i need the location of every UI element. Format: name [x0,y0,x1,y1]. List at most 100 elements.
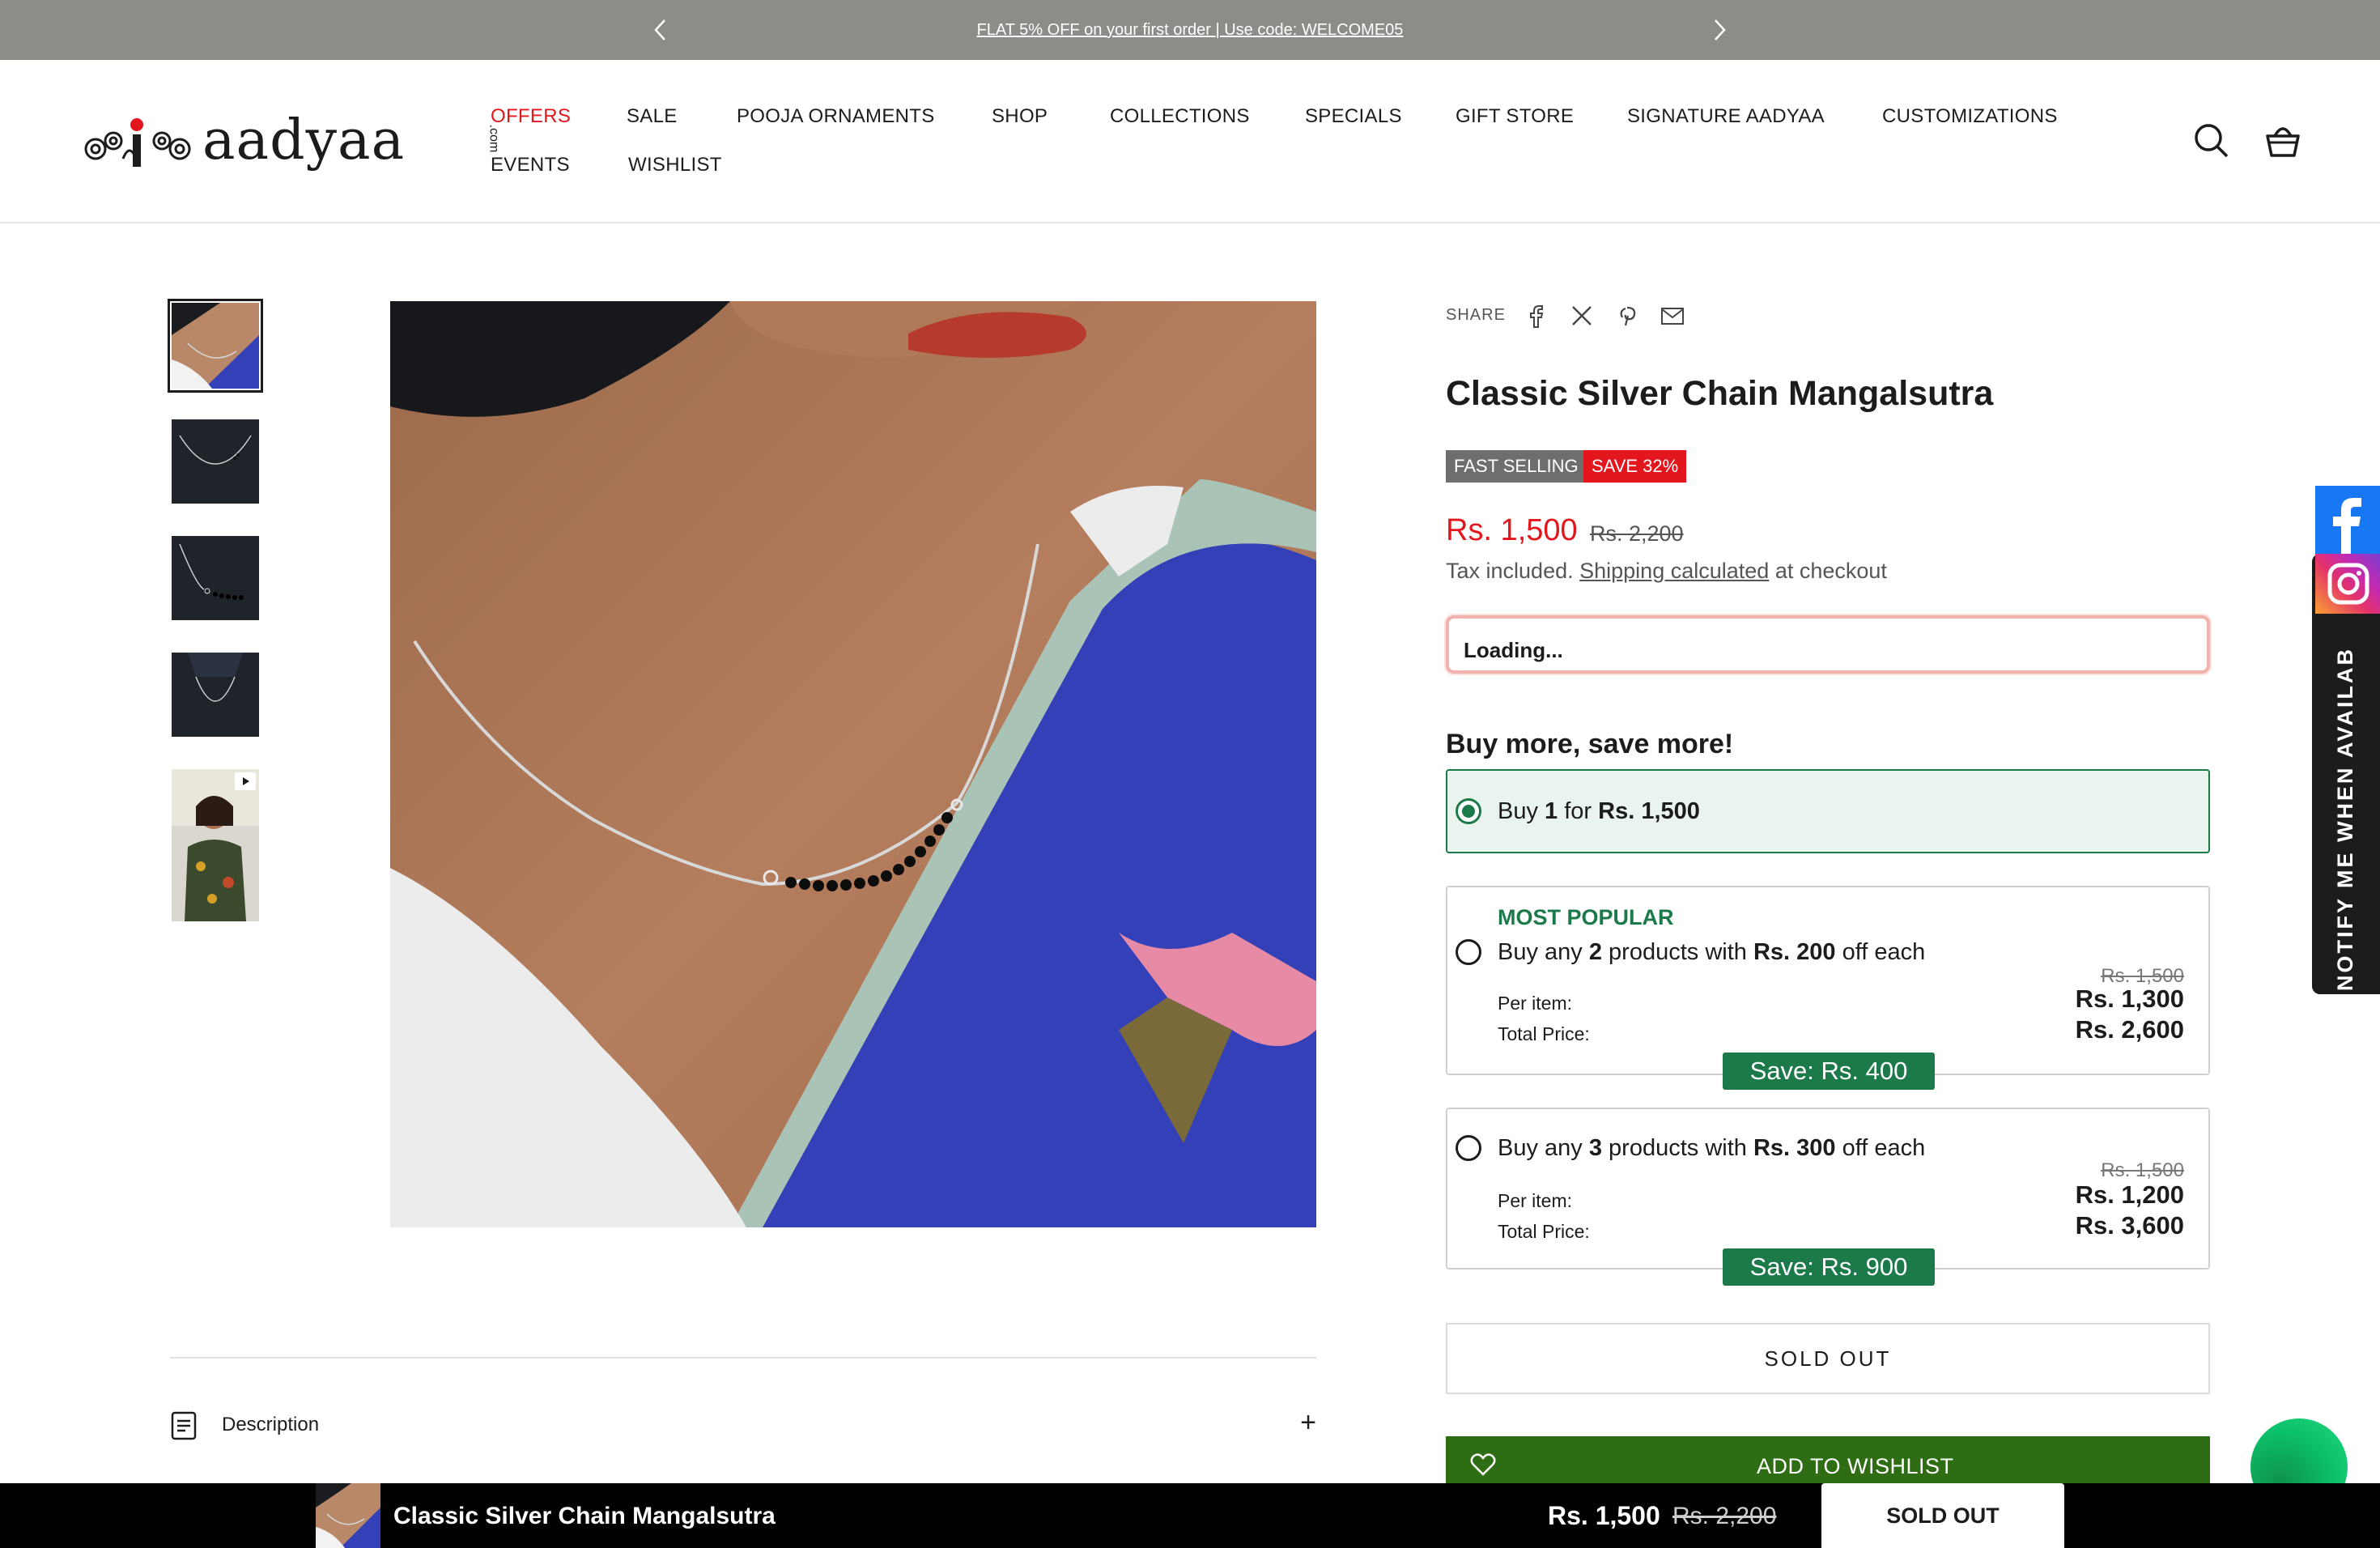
x-icon [1572,306,1592,325]
thumbnail-image [172,419,259,504]
thumbnail-4[interactable] [172,653,259,737]
product-photo [390,301,1316,1227]
total-price-label: Total Price: [1498,1023,1590,1044]
radio-unselected[interactable] [1456,1135,1481,1161]
share-label: SHARE [1446,306,1506,324]
bundle-option-1[interactable]: Buy 1 for Rs. 1,500 [1446,769,2210,853]
nav-collections[interactable]: COLLECTIONS [1110,105,1250,128]
original-item-price: Rs. 1,500 [2101,1159,2184,1181]
save-tag-3: Save: Rs. 900 [1723,1248,1935,1286]
nav-offers[interactable]: OFFERS [491,105,571,128]
share-email-button[interactable] [1660,303,1685,329]
video-play-icon [235,772,256,790]
thumbnail-image [316,1483,380,1548]
announcement-prev-button[interactable] [644,15,677,45]
chevron-left-icon [654,19,665,40]
sticky-sold-out-button[interactable]: SOLD OUT [1821,1483,2064,1548]
bundle-option-1-text: Buy 1 for Rs. 1,500 [1498,798,1700,824]
radio-unselected[interactable] [1456,939,1481,965]
tax-suffix: at checkout [1774,559,1887,583]
nav-sale[interactable]: SALE [627,105,678,128]
tax-prefix: Tax included. [1446,559,1574,583]
sold-out-button[interactable]: SOLD OUT [1446,1323,2210,1394]
nav-gift-store[interactable]: GIFT STORE [1456,105,1574,128]
thumbnail-image [172,769,259,921]
save-tag-2: Save: Rs. 400 [1723,1053,1935,1090]
save-percent-badge: SAVE 32% [1583,450,1687,483]
announcement-next-button[interactable] [1703,15,1736,45]
bundle-option-3-text: Buy any 3 products with Rs. 300 off each [1498,1135,1926,1161]
instagram-side-button[interactable] [2315,554,2380,614]
share-pinterest-button[interactable] [1614,303,1640,329]
nav-customizations[interactable]: CUSTOMIZATIONS [1882,105,2058,128]
logo-ornament-icon [84,118,191,167]
notify-me-tab[interactable]: NOTIFY ME WHEN AVAILAB [2312,554,2380,994]
thumbnail-2[interactable] [172,419,259,504]
per-item-label: Per item: [1498,993,1573,1014]
chevron-right-icon [1715,19,1726,40]
brand-name: aadyaa [202,108,406,172]
fast-selling-badge: FAST SELLING [1446,450,1587,483]
most-popular-label: MOST POPULAR [1498,905,1674,929]
bundle-option-2-text: Buy any 2 products with Rs. 200 off each [1498,939,1926,965]
sticky-compare-price: Rs. 2,200 [1672,1503,1777,1529]
site-header: aadyaa .com OFFERS SALE POOJA ORNAMENTS … [0,60,2380,223]
product-compare-price: Rs. 2,200 [1590,521,1684,546]
brand-suffix: .com [487,124,501,153]
email-icon [1661,308,1684,325]
thumbnail-image [172,536,259,620]
notify-label: NOTIFY ME WHEN AVAILAB [2333,647,2357,991]
bundle-heading: Buy more, save more! [1446,729,1734,759]
loading-text: Loading... [1464,638,1563,662]
wishlist-label: ADD TO WISHLIST [1757,1454,1954,1478]
announcement-message[interactable]: FLAT 5% OFF on your first order | Use co… [866,16,1514,44]
nav-shop[interactable]: SHOP [992,105,1048,128]
sticky-add-to-cart-bar: Classic Silver Chain Mangalsutra Rs. 1,5… [0,1483,2380,1548]
plus-icon: + [1300,1407,1316,1438]
total-price: Rs. 3,600 [2075,1211,2184,1240]
share-facebook-button[interactable] [1524,303,1549,329]
per-item-label: Per item: [1498,1190,1573,1211]
sticky-price: Rs. 1,500 [1548,1501,1660,1530]
per-item-price: Rs. 1,200 [2075,1180,2184,1209]
heart-icon [1470,1453,1496,1476]
bundle-option-3[interactable]: Buy any 3 products with Rs. 300 off each… [1446,1108,2210,1269]
nav-events[interactable]: EVENTS [491,154,570,176]
thumbnail-image [172,653,259,737]
site-logo[interactable]: aadyaa .com [81,107,500,180]
thumbnail-video[interactable] [172,769,259,921]
nav-specials[interactable]: SPECIALS [1305,105,1402,128]
pinterest-icon [1620,306,1636,326]
sticky-product-name: Classic Silver Chain Mangalsutra [393,1503,776,1529]
product-main-image[interactable] [390,301,1316,1227]
loading-widget: Loading... [1446,615,2210,674]
add-to-wishlist-button[interactable]: ADD TO WISHLIST [1446,1436,2210,1485]
description-label: Description [222,1414,320,1435]
radio-selected[interactable] [1456,798,1481,824]
announcement-bar: FLAT 5% OFF on your first order | Use co… [0,0,2380,60]
per-item-price: Rs. 1,300 [2075,985,2184,1013]
description-accordion[interactable]: Description + [170,1407,1316,1443]
total-price: Rs. 2,600 [2075,1015,2184,1044]
bundle-option-2[interactable]: MOST POPULAR Buy any 2 products with Rs.… [1446,886,2210,1075]
nav-signature-aadyaa[interactable]: SIGNATURE AADYAA [1627,105,1825,128]
facebook-icon [1530,305,1544,328]
basket-icon [2266,127,2300,157]
product-price: Rs. 1,500 [1446,513,1578,547]
tax-note: Tax included. Shipping calculated at che… [1446,559,1887,584]
facebook-side-button[interactable] [2315,486,2380,554]
nav-wishlist[interactable]: WISHLIST [628,154,722,176]
shipping-link[interactable]: Shipping calculated [1579,559,1769,583]
sticky-product-thumbnail [316,1483,380,1548]
thumbnail-image [172,303,259,389]
instagram-icon [2327,563,2369,605]
product-title: Classic Silver Chain Mangalsutra [1446,374,1994,413]
thumbnail-1[interactable] [168,299,263,393]
nav-pooja-ornaments[interactable]: POOJA ORNAMENTS [737,105,935,128]
section-divider [170,1357,1316,1359]
share-x-button[interactable] [1569,303,1595,329]
search-icon [2195,124,2229,158]
search-button[interactable] [2189,118,2234,164]
cart-button[interactable] [2260,118,2306,164]
thumbnail-3[interactable] [172,536,259,620]
